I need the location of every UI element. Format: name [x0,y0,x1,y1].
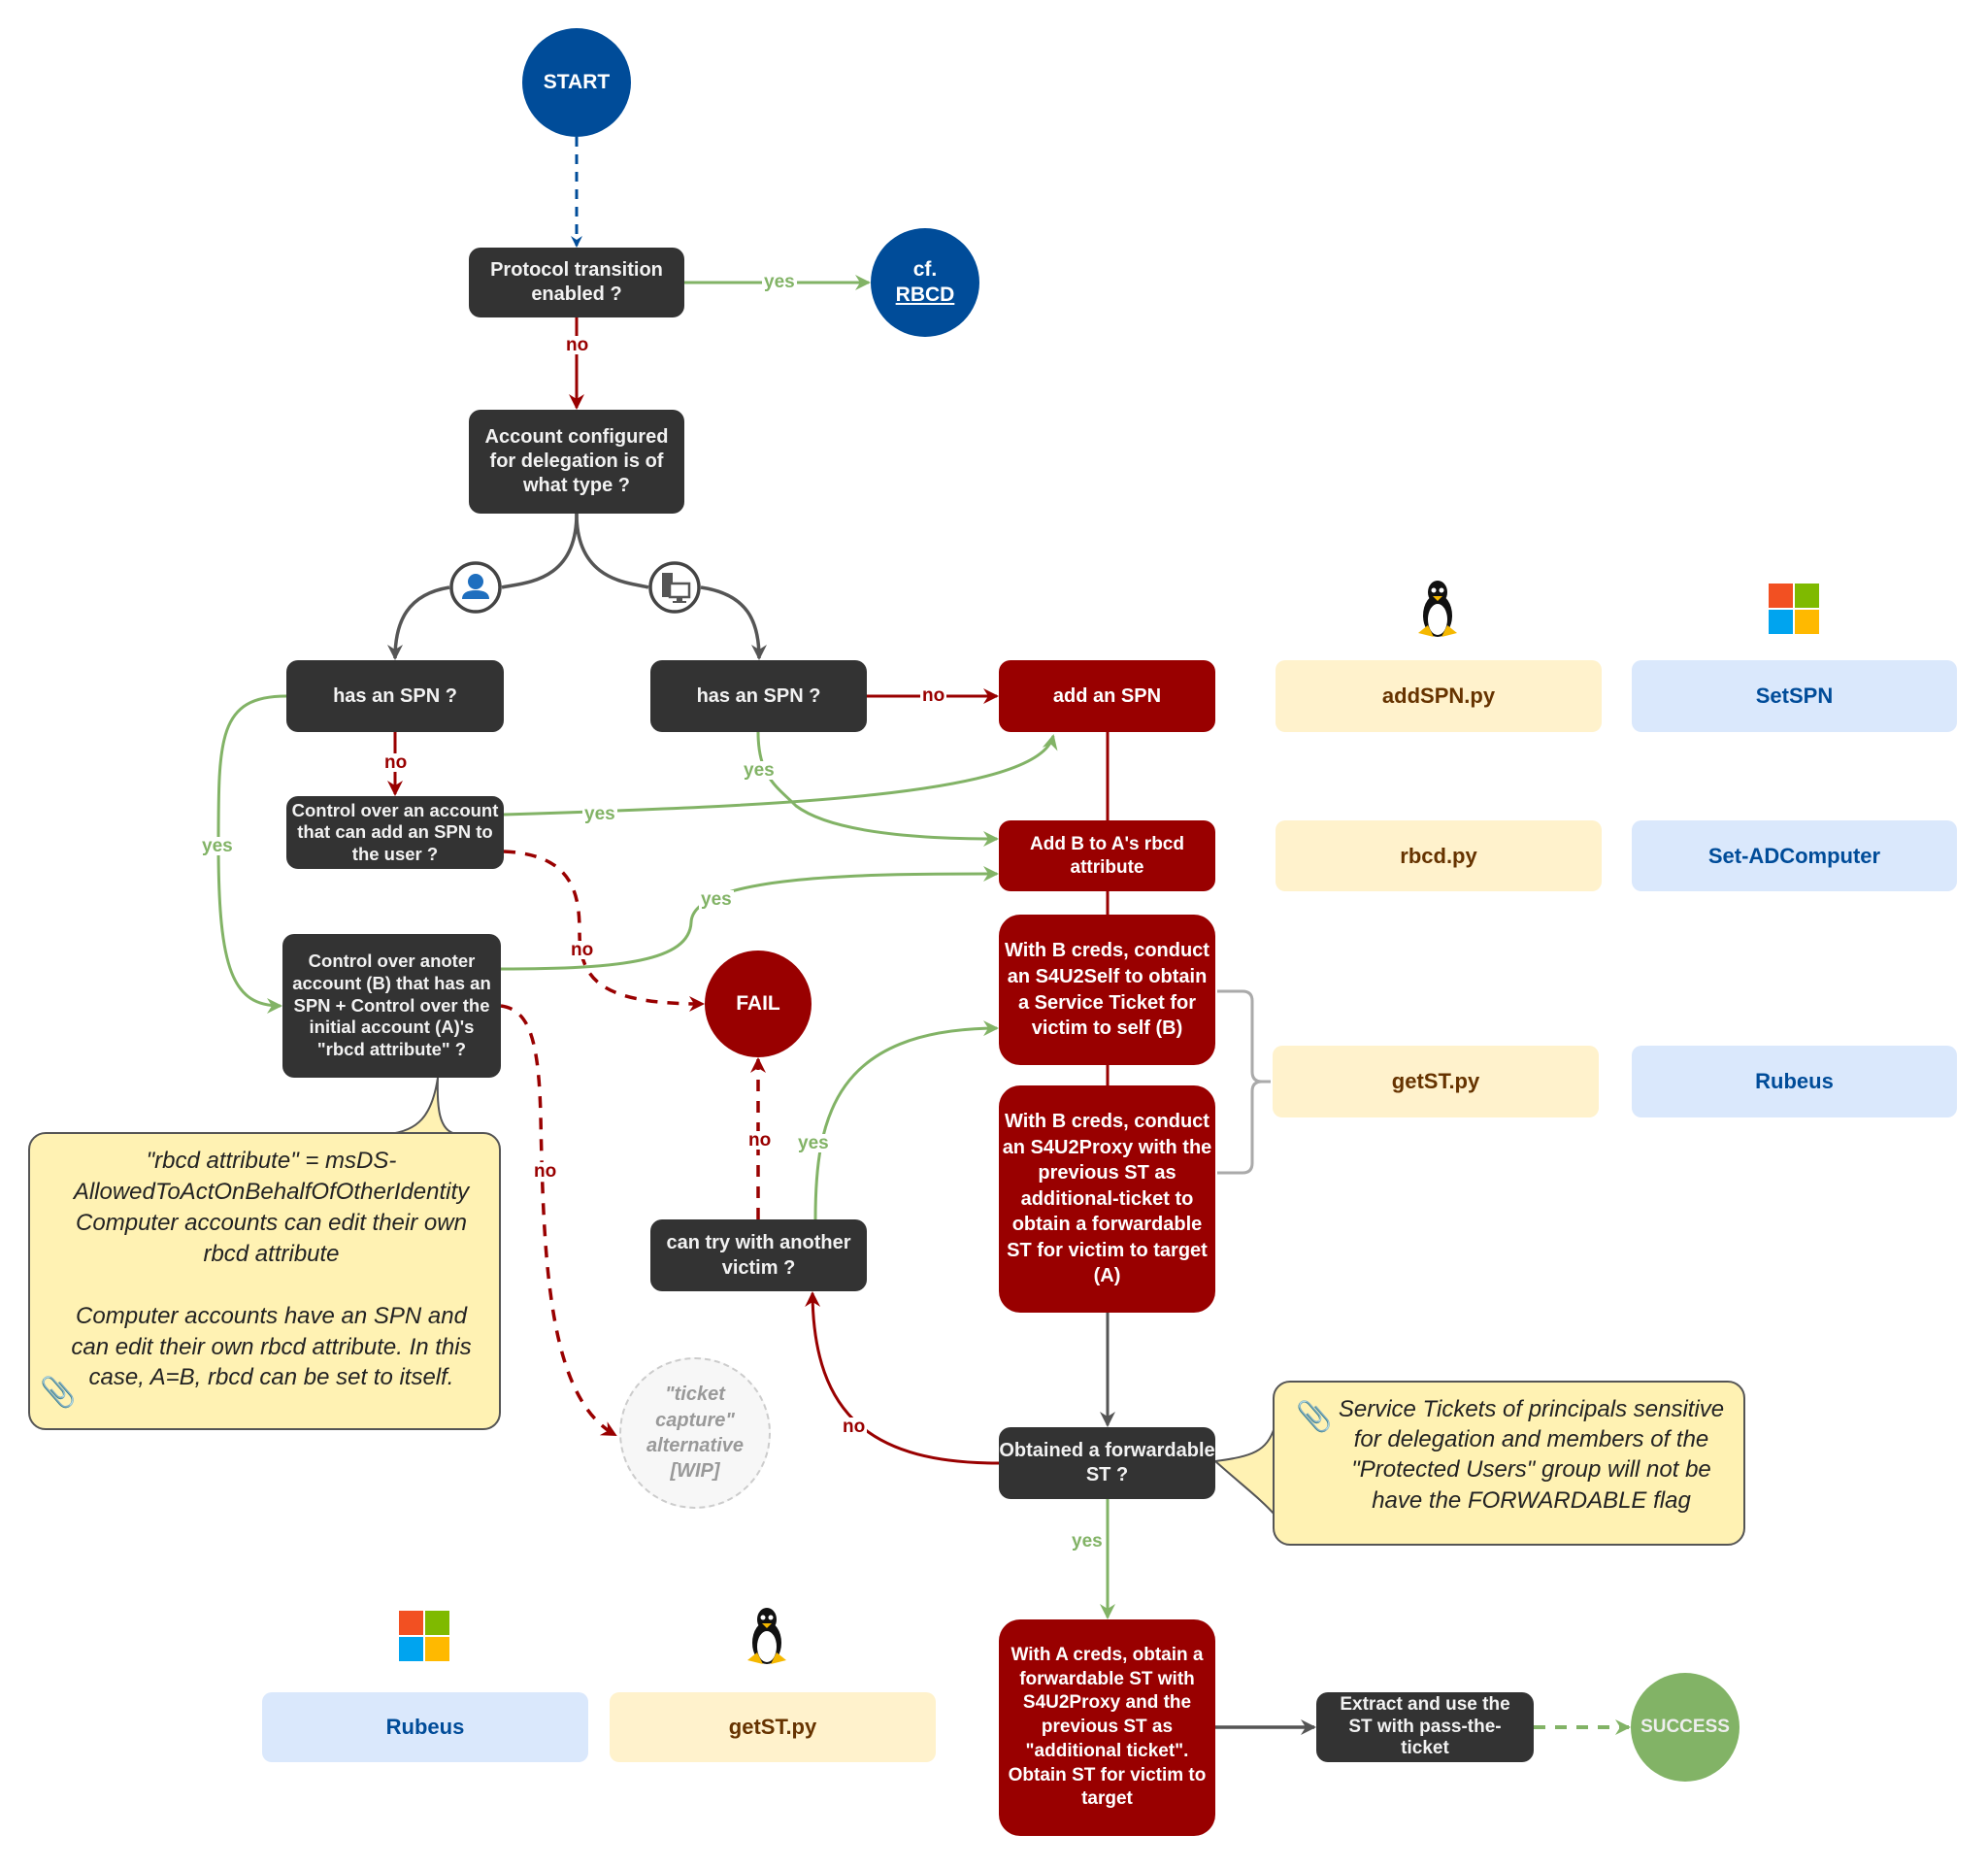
computer-has-spn-decision: has an SPN ? [650,660,867,732]
obtained-forwardable-label: Obtained a forwardable ST ? [999,1440,1215,1485]
clippy-paperclip-icon: 📎 [40,1377,77,1410]
linux-tux-icon [1412,579,1463,641]
edge-label-no: no [532,1161,559,1182]
edge-control-add-spn-no-fail [503,850,705,1012]
note-rbcd-tail [387,1077,457,1135]
control-other-account-decision: Control over anoter account (B) that has… [282,934,501,1078]
protocol-transition-label: Protocol transition enabled ? [490,259,663,305]
computer-has-spn-label: has an SPN ? [696,684,821,707]
rubeus-final-tool[interactable]: Rubeus [262,1692,588,1762]
addspn-py-label: addSPN.py [1381,684,1496,709]
edge-label-yes: yes [1070,1531,1105,1551]
user-account-icon [449,561,502,614]
s4u2self-action: With B creds, conduct an S4U2Self to obt… [999,915,1215,1065]
rbcd-attribute-note: "rbcd attribute" = msDS-AllowedToActOnBe… [28,1132,501,1430]
rbcd-note-paragraph-1: "rbcd attribute" = msDS-AllowedToActOnBe… [73,1148,470,1267]
edge-label-no: no [382,752,410,773]
fail-node: FAIL [705,951,812,1057]
set-adcomputer-label: Set-ADComputer [1707,843,1881,868]
edge-label-no: no [841,1417,868,1437]
s4u2self-label: With B creds, conduct an S4U2Self to obt… [1005,940,1209,1040]
add-rbcd-action: Add B to A's rbcd attribute [999,820,1215,891]
edge-label-no: no [569,940,596,960]
clippy-paperclip-icon: 📎 [1296,1401,1333,1433]
fail-label: FAIL [736,991,780,1015]
account-type-label: Account configured for delegation is of … [484,426,669,496]
rubeus-tool[interactable]: Rubeus [1632,1046,1957,1117]
edge-control-other-no-wip [500,1004,617,1437]
edge-label-yes: yes [742,760,777,781]
add-rbcd-label: Add B to A's rbcd attribute [1030,833,1184,878]
final-s4u2proxy-label: With A creds, obtain a forwardable ST wi… [1008,1645,1207,1810]
start-label: START [543,70,611,93]
rbcd-note-paragraph-2: Computer accounts have an SPN and can ed… [71,1302,472,1391]
final-s4u2proxy-action: With A creds, obtain a forwardable ST wi… [999,1619,1215,1836]
rbcd-py-tool[interactable]: rbcd.py [1276,820,1602,891]
add-spn-action: add an SPN [999,660,1215,732]
edge-label-no: no [746,1130,774,1151]
rbcd-link[interactable]: RBCD [896,283,955,308]
edge-label-no: no [564,335,591,355]
windows-logo-icon [399,1611,449,1661]
control-add-spn-label: Control over an account that can add an … [291,800,499,864]
getst-py-tool[interactable]: getST.py [1273,1046,1599,1117]
obtained-forwardable-decision: Obtained a forwardable ST ? [999,1427,1215,1499]
setspn-label: SetSPN [1755,684,1834,709]
forwardable-note-text: Service Tickets of principals sensitive … [1338,1396,1725,1514]
addspn-py-tool[interactable]: addSPN.py [1276,660,1602,732]
edge-label-no: no [920,685,947,706]
user-has-spn-label: has an SPN ? [333,684,457,707]
cf-prefix: cf. [912,257,938,281]
try-another-victim-decision: can try with another victim ? [650,1219,867,1291]
user-has-spn-decision: has an SPN ? [286,660,504,732]
edge-label-yes: yes [699,889,734,910]
success-label: SUCCESS [1640,1717,1730,1738]
success-node: SUCCESS [1631,1673,1740,1782]
getst-py-label: getST.py [1391,1069,1480,1094]
control-other-account-label: Control over anoter account (B) that has… [292,951,491,1060]
set-adcomputer-tool[interactable]: Set-ADComputer [1632,820,1957,891]
note-forwardable-tail [1212,1426,1276,1516]
account-type-decision: Account configured for delegation is of … [469,410,684,514]
getst-bracket [1217,989,1271,1175]
cf-rbcd-node[interactable]: cf. RBCD [871,228,979,337]
edge-label-yes: yes [200,836,235,856]
edge-label-yes: yes [762,272,797,292]
edge-computer-hasspn-yes [756,731,999,847]
edge-obtained-no-try [805,1291,1000,1465]
kcd-without-protocol-transition-flowchart: yes no no yes yes no yes no no yes no ye… [0,0,1988,1868]
rbcd-py-label: rbcd.py [1400,843,1477,868]
setspn-tool[interactable]: SetSPN [1632,660,1957,732]
pass-the-ticket-label: Extract and use the ST with pass-the-tic… [1340,1693,1510,1759]
pass-the-ticket-action: Extract and use the ST with pass-the-tic… [1316,1692,1534,1762]
windows-logo-icon [1769,584,1819,634]
getst-py-final-label: getST.py [728,1715,817,1740]
s4u2proxy-label: With B creds, conduct an S4U2Proxy with … [1002,1110,1212,1287]
protocol-transition-decision: Protocol transition enabled ? [469,248,684,317]
edge-control-add-spn-yes [503,734,1058,817]
forwardable-flag-note: Service Tickets of principals sensitive … [1273,1381,1745,1546]
edge-label-yes: yes [796,1133,831,1153]
control-add-spn-decision: Control over an account that can add an … [286,796,504,869]
try-another-victim-label: can try with another victim ? [666,1232,851,1279]
rubeus-final-label: Rubeus [385,1715,465,1740]
start-node: START [522,28,631,137]
getst-py-final-tool[interactable]: getST.py [610,1692,936,1762]
s4u2proxy-action: With B creds, conduct an S4U2Proxy with … [999,1085,1215,1313]
edge-try-yes-s4u2self [813,1020,999,1220]
ticket-capture-wip-label: "ticket capture" alternative [WIP] [646,1384,745,1483]
linux-tux-icon [742,1606,792,1668]
ticket-capture-wip-node: "ticket capture" alternative [WIP] [619,1357,771,1509]
edge-label-yes: yes [582,804,617,824]
computer-account-icon [648,561,701,614]
add-spn-label: add an SPN [1052,684,1162,707]
rubeus-label: Rubeus [1755,1069,1834,1094]
